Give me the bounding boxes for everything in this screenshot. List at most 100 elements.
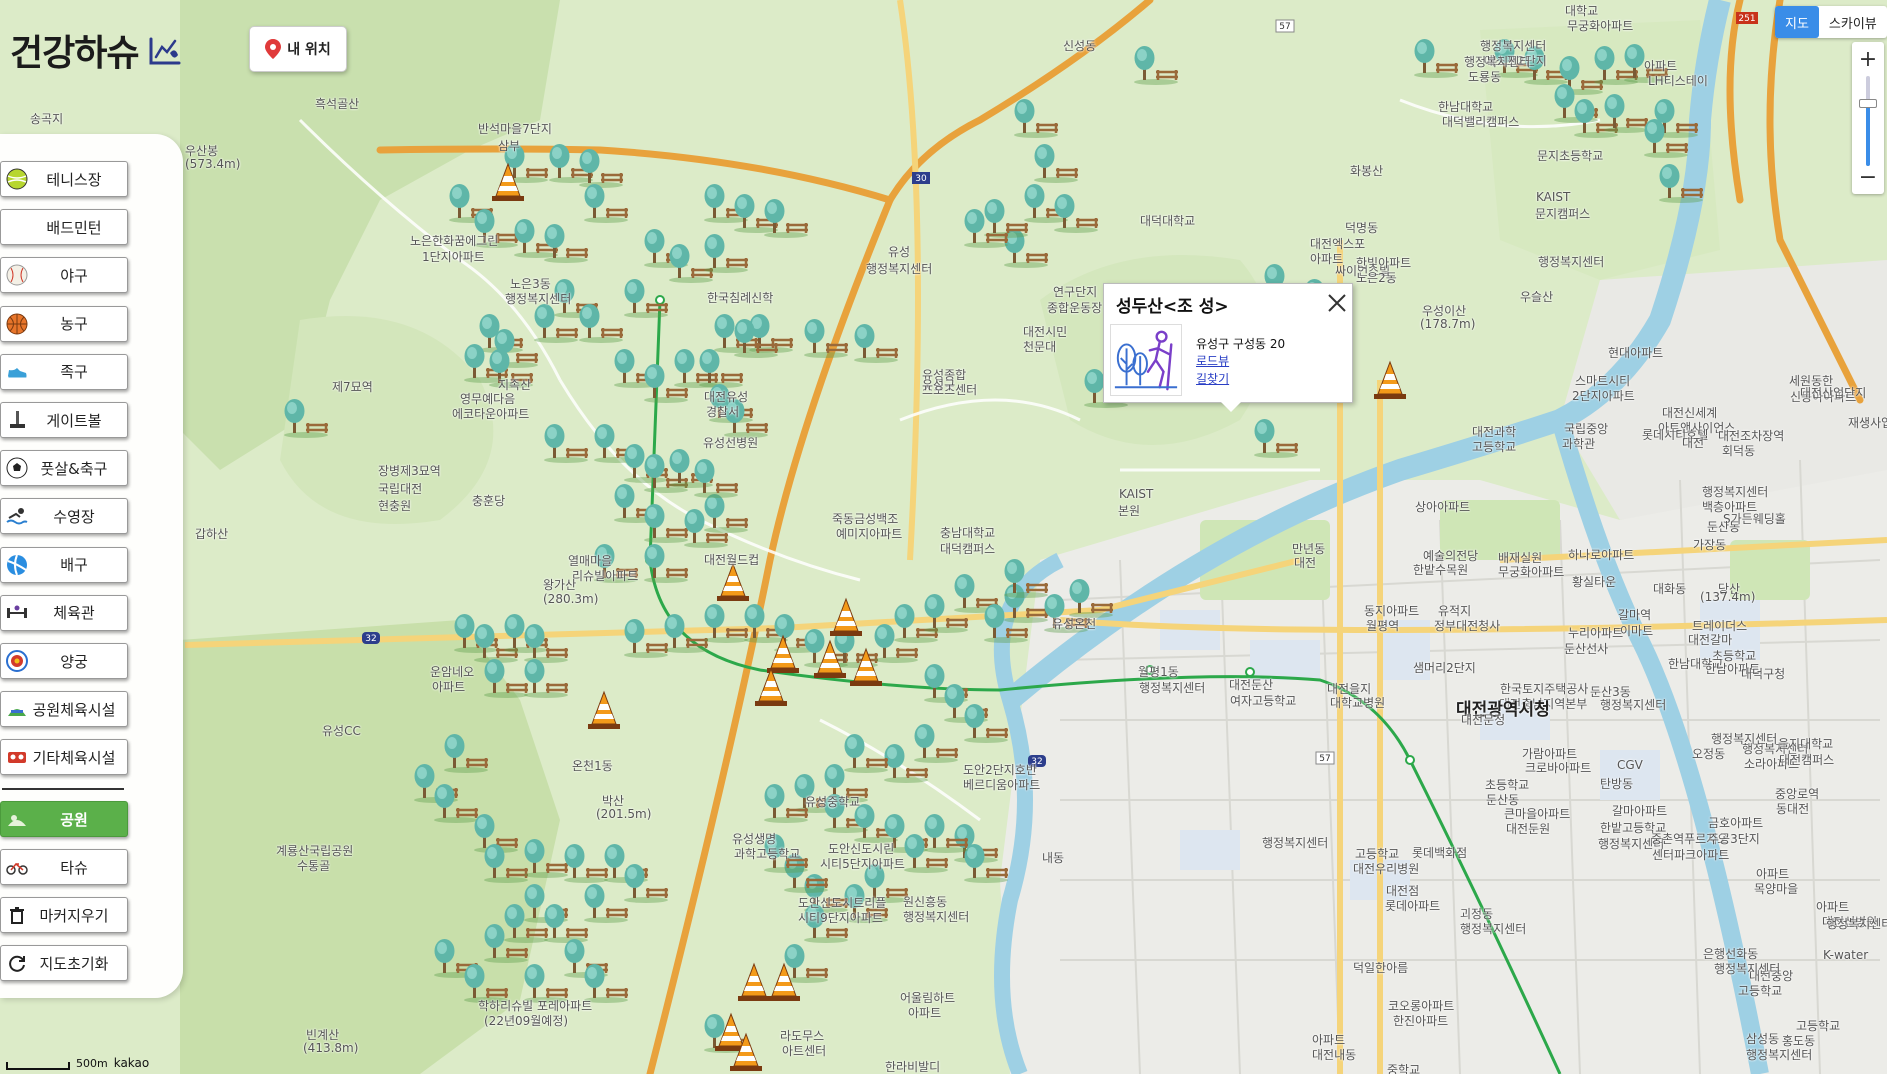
map-place-label: 행정복지센터: [1711, 732, 1778, 746]
park-marker-icon[interactable]: [800, 315, 852, 359]
park-marker-icon[interactable]: [1130, 42, 1182, 86]
park-marker-icon[interactable]: [1410, 35, 1462, 79]
map-place-label: 현대아파트: [1608, 346, 1664, 360]
park-marker-icon[interactable]: [580, 880, 632, 924]
map-type-map-button[interactable]: 지도: [1775, 6, 1819, 38]
tools-button-3[interactable]: 지도초기화: [0, 945, 128, 981]
map-type-skyview-button[interactable]: 스카이뷰: [1819, 6, 1887, 38]
map-place-label: 문지초등학교: [1537, 149, 1604, 163]
hiking-cone-marker-icon[interactable]: [820, 595, 872, 639]
map-place-label: 제7묘역: [332, 380, 373, 394]
map-place-label: 대덕구청: [1741, 667, 1786, 681]
park-marker-icon[interactable]: [1010, 95, 1062, 139]
map-place-label: 백층아파트: [1702, 500, 1758, 514]
app-logo[interactable]: 건강하슈: [10, 24, 182, 76]
park-marker-icon[interactable]: [730, 315, 782, 359]
close-icon[interactable]: [1326, 292, 1348, 314]
park-marker-icon[interactable]: [640, 540, 692, 584]
items-button-10[interactable]: 양궁: [0, 643, 128, 679]
items-button-6[interactable]: 풋살&축구: [0, 450, 128, 487]
hiking-cone-marker-icon[interactable]: [482, 160, 534, 204]
location-pin-icon: [265, 39, 282, 59]
park-marker-icon[interactable]: [1065, 575, 1117, 619]
map-place-label: 대전내동: [1312, 1048, 1357, 1062]
map-place-label: 유성: [888, 245, 911, 259]
map-place-label: 여자고등학교: [1230, 694, 1297, 708]
hiking-cone-marker-icon[interactable]: [720, 1030, 772, 1074]
zoom-out-button[interactable]: −: [1852, 162, 1884, 192]
tools-button-1[interactable]: 타슈: [0, 849, 128, 885]
map-place-label: 둔산동: [1707, 520, 1741, 534]
park-marker-icon[interactable]: [520, 655, 572, 699]
hiking-cone-marker-icon[interactable]: [758, 960, 810, 1004]
park-marker-icon[interactable]: [700, 230, 752, 274]
park-marker-icon[interactable]: [920, 810, 972, 854]
park-marker-icon[interactable]: [1640, 115, 1692, 159]
park-marker-icon[interactable]: [690, 455, 742, 499]
map-place-label: 유성CC: [322, 724, 361, 738]
park-facility-icon: [5, 697, 29, 721]
items-label: 체육관: [53, 604, 95, 623]
hiking-cone-marker-icon[interactable]: [840, 645, 892, 689]
zoom-in-button[interactable]: +: [1852, 44, 1884, 74]
park-marker-icon[interactable]: [980, 600, 1032, 644]
map-place-label: 신성동: [1063, 39, 1097, 53]
park-marker-icon[interactable]: [480, 920, 532, 964]
map-place-label: 우슬산: [1520, 290, 1554, 304]
directions-link[interactable]: 길찾기: [1196, 370, 1229, 387]
park-marker-icon[interactable]: [1250, 415, 1302, 459]
park-marker-icon[interactable]: [850, 320, 902, 364]
map-place-label: 리슈빌아파트: [572, 569, 639, 583]
hiking-cone-marker-icon[interactable]: [578, 688, 630, 732]
map-place-label: 행정복지센터: [903, 910, 970, 924]
swimmer-icon: [5, 504, 29, 528]
map-place-label: 대전문정: [1461, 713, 1506, 727]
park-marker-icon[interactable]: [580, 180, 632, 224]
park-icon: [5, 807, 29, 831]
tools-button-0[interactable]: 공원: [0, 801, 128, 837]
items-button-2[interactable]: 야구: [0, 257, 128, 294]
map-place-label: 한진아파트: [1393, 1014, 1449, 1028]
map-place-label: 행정복지센터: [505, 292, 572, 306]
map-canvas[interactable]: 30 32 32 251 57 57 송곡지 흑석골산 반석마을7단지 삼부 노은한화꿈…: [0, 0, 1887, 1074]
items-button-12[interactable]: 기타체육시설: [0, 739, 128, 776]
items-button-11[interactable]: 공원체육시설: [0, 691, 128, 728]
park-marker-icon[interactable]: [760, 195, 812, 239]
park-marker-icon[interactable]: [1000, 555, 1052, 599]
hiking-cone-marker-icon[interactable]: [745, 665, 797, 709]
park-marker-icon[interactable]: [1655, 160, 1707, 204]
map-place-label: (22년09월예정): [484, 1014, 569, 1028]
items-button-3[interactable]: 농구: [0, 305, 128, 342]
map-place-label: 예미지아파트: [836, 527, 903, 541]
park-marker-icon[interactable]: [960, 205, 1012, 249]
hiking-cone-marker-icon[interactable]: [1364, 358, 1416, 402]
map-place-label: 대전둔원: [1506, 822, 1551, 836]
map-place-label: 충훈당: [472, 494, 506, 508]
items-button-4[interactable]: 족구: [0, 353, 128, 390]
map-place-label: 화봉산: [1350, 164, 1384, 178]
items-button-0[interactable]: 테니스장: [0, 161, 128, 197]
roadview-link[interactable]: 로드뷰: [1196, 352, 1229, 369]
items-button-1[interactable]: 배드민턴: [0, 209, 128, 246]
park-marker-icon[interactable]: [960, 700, 1012, 744]
park-marker-icon[interactable]: [1030, 140, 1082, 184]
map-place-label: 월평역: [1366, 619, 1400, 633]
items-button-9[interactable]: 체육관: [0, 594, 128, 631]
my-location-button[interactable]: 내 위치: [249, 26, 347, 72]
items-button-5[interactable]: 게이트볼: [0, 402, 128, 438]
map-place-label: 왕가산: [543, 578, 577, 592]
map-place-label: 아파트: [908, 1006, 942, 1020]
map-place-label: 가장동: [1693, 538, 1727, 552]
park-marker-icon[interactable]: [540, 420, 592, 464]
map-place-label: 노은한화꿈에그린: [410, 234, 499, 248]
items-button-8[interactable]: 배구: [0, 546, 128, 583]
park-marker-icon[interactable]: [1050, 190, 1102, 234]
map-place-label: 반석마을7단지: [478, 122, 552, 136]
tools-button-2[interactable]: 마커지우기: [0, 897, 128, 933]
park-marker-icon[interactable]: [280, 395, 332, 439]
svg-text:32: 32: [365, 634, 376, 644]
items-button-7[interactable]: 수영장: [0, 498, 128, 535]
bicycle-icon: [5, 855, 29, 879]
zoom-slider-handle[interactable]: [1859, 98, 1877, 108]
park-marker-icon[interactable]: [540, 220, 592, 264]
